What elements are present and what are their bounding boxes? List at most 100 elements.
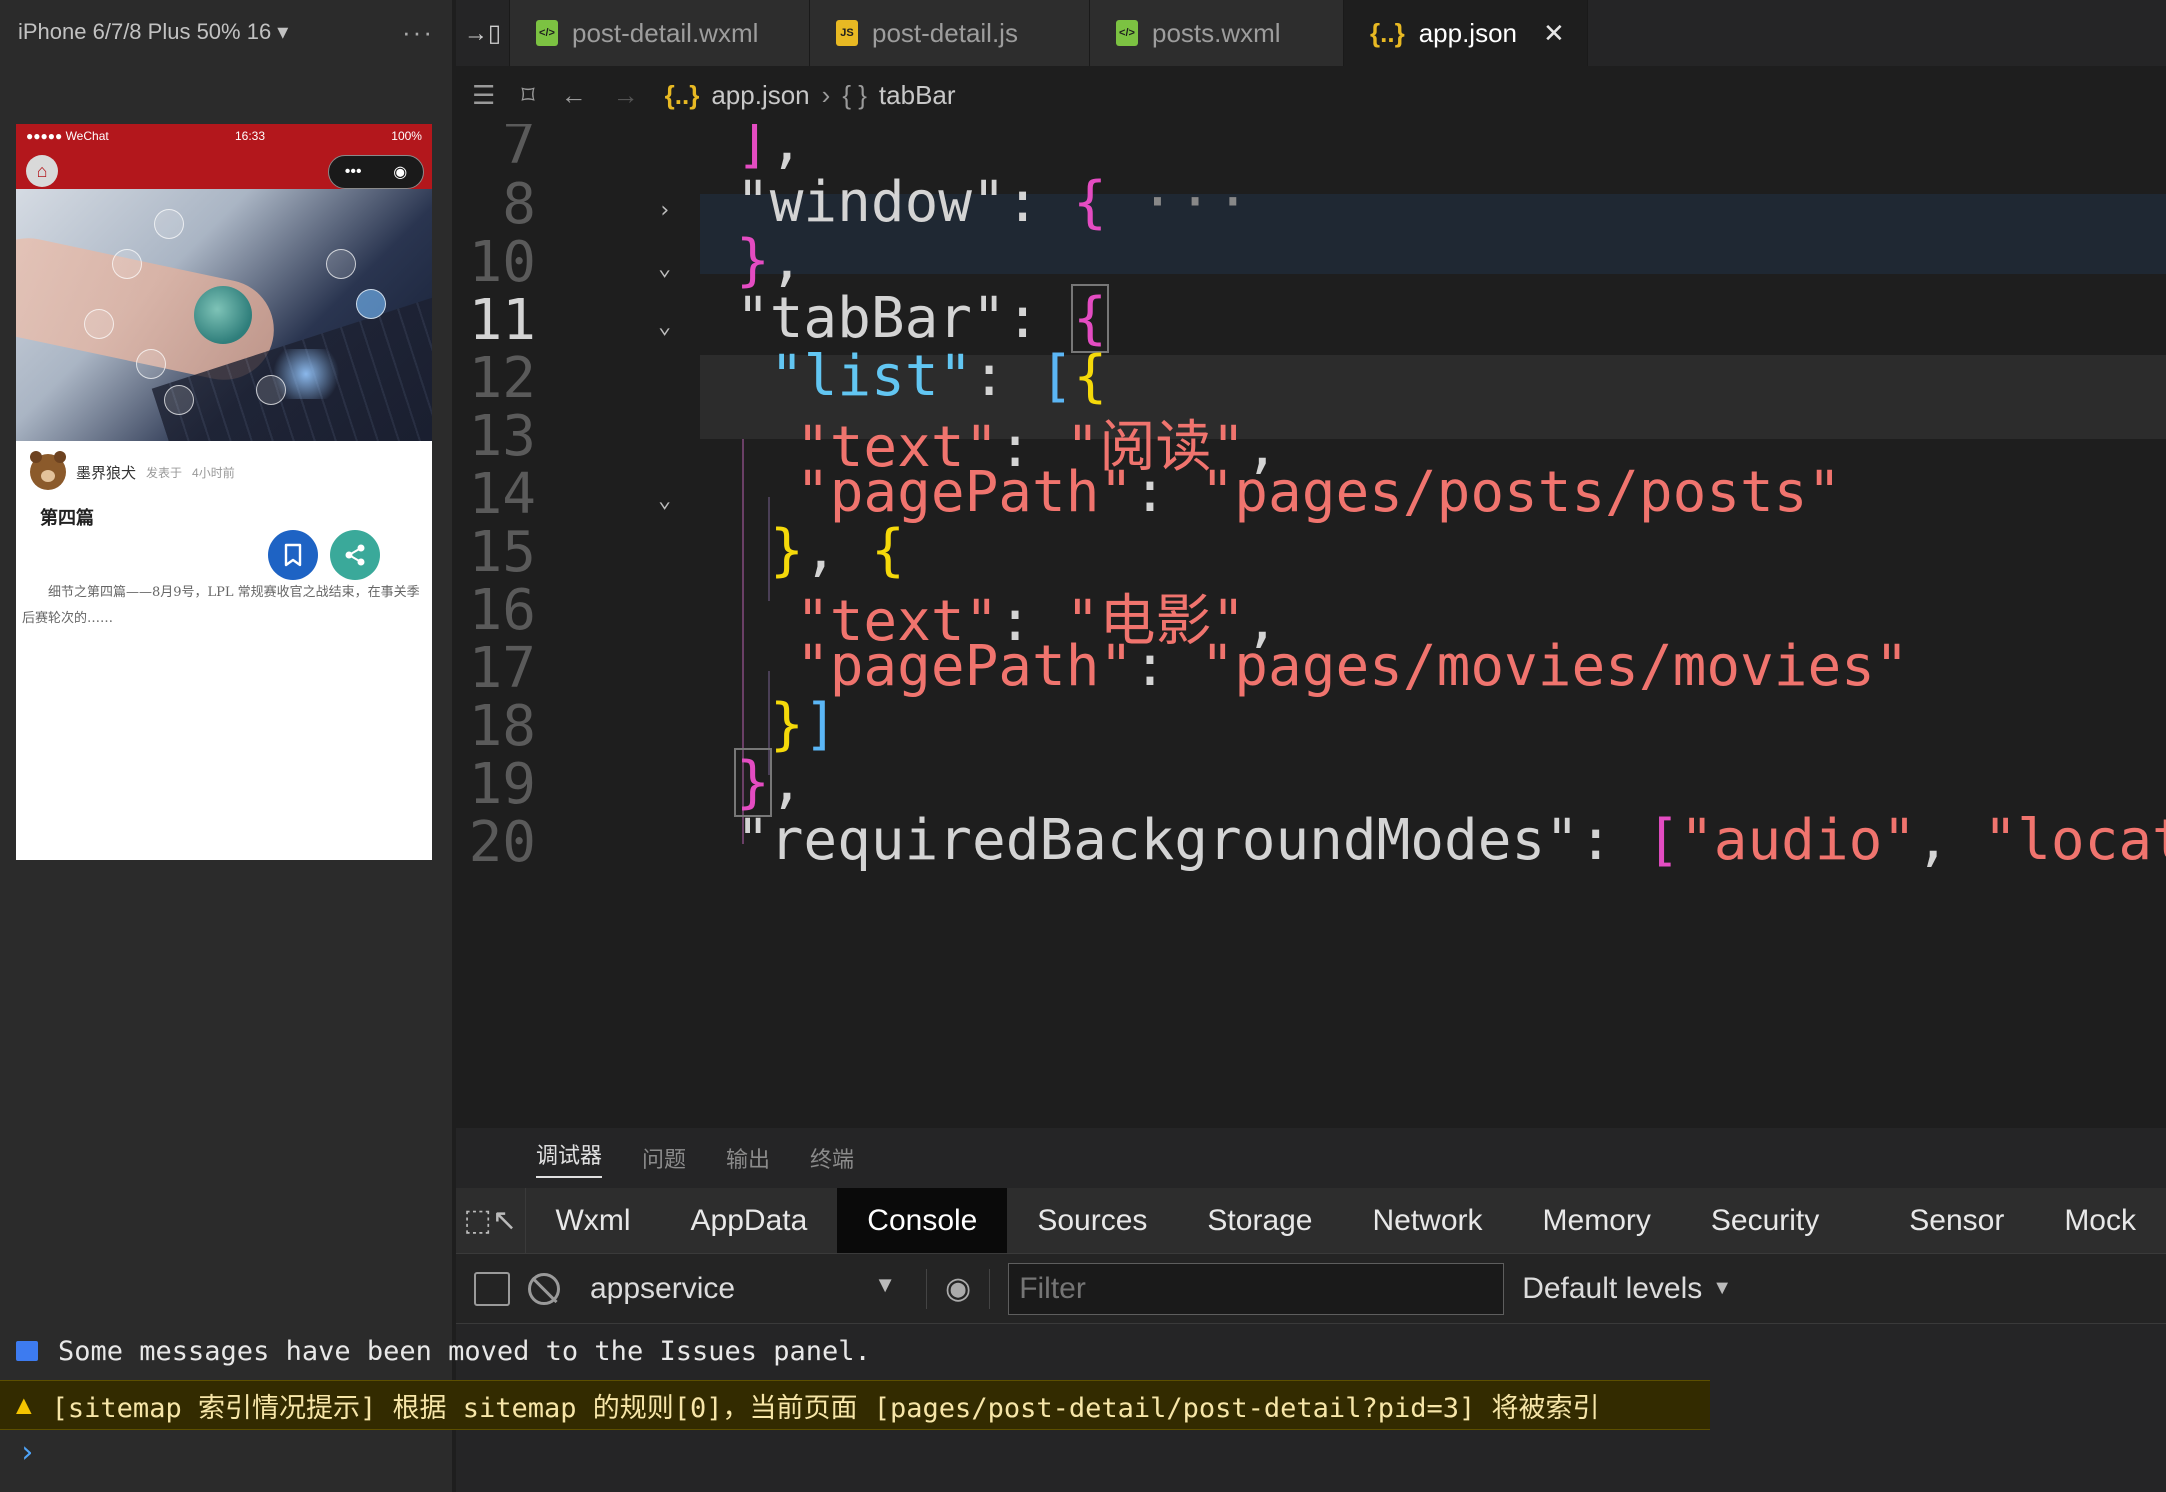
matched-bracket: { xyxy=(1071,284,1109,353)
console-warning-message: ▲ [sitemap 索引情况提示] 根据 sitemap 的规则[0]，当前页… xyxy=(0,1380,1710,1430)
devtools-tab-security[interactable]: Security xyxy=(1681,1188,1849,1253)
log-levels-dropdown[interactable]: Default levels ▼ xyxy=(1522,1272,1732,1306)
post-body-text: 细节之第四篇——8月9号，LPL 常规赛收官之战结束，在事关季后赛轮次的…… xyxy=(22,585,420,626)
device-selector[interactable]: iPhone 6/7/8 Plus 50% 16 ▾ xyxy=(18,19,288,45)
console-toolbar: appservice ▼ ◉ Default levels ▼ xyxy=(456,1254,2166,1324)
devtools-tab-network[interactable]: Network xyxy=(1343,1188,1513,1253)
line-number: 12 xyxy=(468,346,536,411)
post-cover-image xyxy=(16,189,432,441)
tab-post-detail-js[interactable]: JS post-detail.js xyxy=(810,0,1090,66)
line-number: 13 xyxy=(468,404,536,469)
line-number: 10 xyxy=(468,230,536,295)
debug-panel: 调试器 问题 输出 终端 ⬚↖ Wxml AppData Console Sou… xyxy=(456,1128,2166,1492)
tab-posts-wxml[interactable]: </> posts.wxml xyxy=(1090,0,1344,66)
network-node-icon xyxy=(84,309,114,339)
fold-expanded-icon[interactable]: ⌄ xyxy=(658,488,671,513)
code-line-15: }, { xyxy=(770,518,905,583)
fold-expanded-icon[interactable]: ⌄ xyxy=(658,256,671,281)
tab-post-detail-wxml[interactable]: </> post-detail.wxml xyxy=(510,0,810,66)
back-arrow-icon[interactable]: ← xyxy=(561,80,587,111)
posted-prefix: 发表于 xyxy=(146,465,183,480)
tab-problems[interactable]: 问题 xyxy=(642,1142,686,1174)
devtools-tab-wxml[interactable]: Wxml xyxy=(526,1188,661,1253)
toolbar-divider xyxy=(989,1268,991,1309)
tab-label: post-detail.wxml xyxy=(572,17,759,48)
simulator-more-icon[interactable]: ··· xyxy=(402,17,434,48)
forward-arrow-icon[interactable]: → xyxy=(613,80,639,111)
code-line-19: }, xyxy=(734,748,804,817)
bookmark-button[interactable] xyxy=(268,530,318,580)
console-info-message: Some messages have been moved to the Iss… xyxy=(0,1326,1710,1376)
sidebar-toggle-icon[interactable] xyxy=(474,1271,510,1306)
tab-debugger[interactable]: 调试器 xyxy=(536,1138,603,1178)
editor-tab-bar: →▯ </> post-detail.wxml JS post-detail.j… xyxy=(456,0,2166,66)
breadcrumb-symbol[interactable]: tabBar xyxy=(879,80,956,111)
toolbar-divider xyxy=(926,1268,927,1309)
chevron-right-icon: › xyxy=(821,79,831,110)
globe-icon xyxy=(194,286,252,344)
tab-terminal[interactable]: 终端 xyxy=(810,1142,854,1174)
devtools-tab-mock[interactable]: Mock xyxy=(2034,1188,2166,1253)
warning-message-text[interactable]: [sitemap 索引情况提示] 根据 sitemap 的规则[0]，当前页面 … xyxy=(52,1386,1600,1425)
line-number: 20 xyxy=(468,810,536,875)
carrier-label: ●●●●● WeChat xyxy=(26,129,109,143)
close-icon[interactable]: ✕ xyxy=(1543,18,1565,49)
matched-bracket: } xyxy=(734,748,772,817)
mini-program-capsule[interactable]: ••• ◉ xyxy=(328,155,424,189)
avatar xyxy=(30,451,66,490)
info-message-text[interactable]: Some messages have been moved to the Iss… xyxy=(58,1336,871,1367)
devtools-tab-sensor[interactable]: Sensor xyxy=(1849,1188,2034,1253)
console-filter-input[interactable] xyxy=(1008,1262,1505,1315)
breadcrumb-path[interactable]: {..} app.json › { } tabBar xyxy=(665,80,956,111)
breadcrumb-file[interactable]: app.json xyxy=(711,80,809,111)
devtools-tab-appdata[interactable]: AppData xyxy=(661,1188,838,1253)
info-icon xyxy=(16,1341,38,1361)
devtools-tab-sources[interactable]: Sources xyxy=(1007,1188,1177,1253)
simulator-panel: iPhone 6/7/8 Plus 50% 16 ▾ ··· ●●●●● WeC… xyxy=(0,0,452,1492)
battery-label: 100% xyxy=(391,129,422,143)
json-file-icon: {..} xyxy=(1370,17,1405,48)
outline-icon[interactable]: ☰ xyxy=(472,80,495,111)
code-line-12: "list": [{ xyxy=(770,344,1108,409)
toggle-sidebar-icon[interactable]: →▯ xyxy=(456,0,510,66)
devtools-tab-memory[interactable]: Memory xyxy=(1513,1188,1681,1253)
bookmark-outline-icon[interactable]: ⌑ xyxy=(521,80,534,111)
context-selector[interactable]: appservice ▼ xyxy=(578,1272,908,1306)
line-number: 8 xyxy=(502,172,536,237)
post-author-row: 墨界狼犬 发表于 4小时前 xyxy=(30,451,235,490)
eye-icon[interactable]: ◉ xyxy=(945,1271,971,1306)
share-button[interactable] xyxy=(330,530,380,580)
code-line-7: ], xyxy=(736,124,804,175)
inspect-element-icon[interactable]: ⬚↖ xyxy=(456,1188,526,1253)
tab-app-json[interactable]: {..} app.json ✕ xyxy=(1344,0,1588,66)
folded-ellipsis[interactable]: ··· xyxy=(1141,170,1254,235)
capsule-more-icon[interactable]: ••• xyxy=(345,163,362,181)
tab-label: post-detail.js xyxy=(872,17,1018,48)
fold-collapsed-icon[interactable]: › xyxy=(658,198,671,223)
capsule-close-icon[interactable]: ◉ xyxy=(393,162,407,182)
line-number: 19 xyxy=(468,752,536,817)
devtools-tab-storage[interactable]: Storage xyxy=(1177,1188,1342,1253)
line-number-current: 11 xyxy=(468,288,536,353)
code-editor[interactable]: 7 8 10 11 12 13 14 15 16 17 18 19 20 › ⌄… xyxy=(456,124,2166,1128)
home-icon[interactable]: ⌂ xyxy=(26,155,58,187)
code-line-20: "requiredBackgroundModes": ["audio", "lo… xyxy=(736,808,2166,873)
phone-screen: ●●●●● WeChat 16:33 100% ⌂ ••• ◉ 墨界狼犬 发表于… xyxy=(16,124,432,860)
post-body: 细节之第四篇——8月9号，LPL 常规赛收官之战结束，在事关季后赛轮次的…… xyxy=(16,580,432,632)
devtools-tab-console[interactable]: Console xyxy=(837,1188,1008,1253)
author-name: 墨界狼犬 xyxy=(76,464,137,482)
network-node-icon xyxy=(136,349,166,379)
console-prompt[interactable]: › xyxy=(0,1432,36,1472)
tab-bar-filler xyxy=(1588,0,2166,66)
posted-time: 4小时前 xyxy=(192,465,235,480)
tab-output[interactable]: 输出 xyxy=(726,1142,770,1174)
devtools-tabs: ⬚↖ Wxml AppData Console Sources Storage … xyxy=(456,1188,2166,1254)
fold-expanded-icon[interactable]: ⌄ xyxy=(658,314,671,339)
js-file-icon: JS xyxy=(836,20,858,46)
code-line-8: "window": { ··· xyxy=(736,170,1254,235)
json-file-icon: {..} xyxy=(664,79,700,110)
object-icon: { } xyxy=(842,79,867,110)
share-icon xyxy=(345,544,365,566)
cloud-icon xyxy=(356,289,386,319)
clear-console-icon[interactable] xyxy=(528,1272,560,1305)
